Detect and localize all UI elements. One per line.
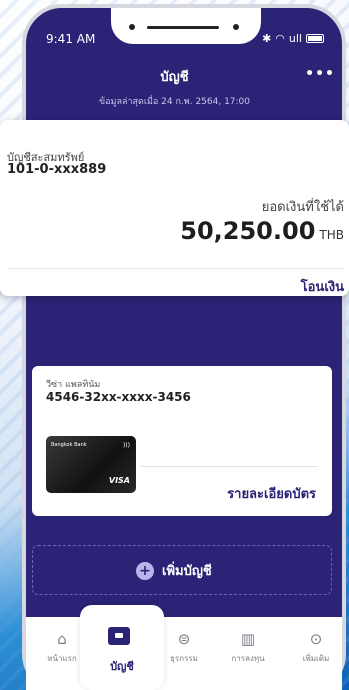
tab-accounts[interactable] xyxy=(80,605,164,690)
card-image: Bangkok Bank ))) VISA xyxy=(46,436,136,493)
status-icons: ✱ ◠ ull xyxy=(262,32,324,45)
divider xyxy=(7,268,344,269)
divider xyxy=(140,466,318,467)
balance-display: 50,250.00 THB xyxy=(180,217,344,245)
chart-icon: ▥ xyxy=(240,630,256,648)
plus-icon: + xyxy=(136,561,154,580)
balance-amount: 50,250.00 xyxy=(180,217,316,245)
visa-logo: VISA xyxy=(108,476,130,485)
account-number: 101-0-xxx889 xyxy=(7,162,107,177)
transfer-button[interactable]: โอนเงิน xyxy=(301,276,344,297)
contactless-icon: ))) xyxy=(122,442,130,449)
battery-icon xyxy=(306,34,324,43)
phone-notch xyxy=(111,8,261,44)
add-account-label: เพิ่มบัญชี xyxy=(162,564,212,579)
tab-investment[interactable]: ▥ การลงทุน xyxy=(222,630,274,665)
balance-currency: THB xyxy=(319,228,344,242)
signal-icon: ull xyxy=(288,32,302,45)
status-time: 9:41 AM xyxy=(46,32,96,46)
more-icon: ⊙ xyxy=(309,630,323,648)
card-details-button[interactable]: รายละเอียดบัตร xyxy=(227,483,316,504)
status-bar: 9:41 AM ✱ ◠ ull xyxy=(26,8,342,58)
tab-accounts-label: บัญชี xyxy=(110,660,134,673)
bank-logo-text: Bangkok Bank xyxy=(51,442,87,448)
wifi-icon: ◠ xyxy=(275,32,285,45)
card-type-label: วีซ่า แพลทินัม xyxy=(46,380,101,390)
last-updated-text: ข้อมูลล่าสุดเมื่อ 24 ก.พ. 2564, 17:00 xyxy=(98,97,251,107)
add-account-content[interactable]: + เพิ่มบัญชี xyxy=(136,560,212,581)
card-number: 4546-32xx-xxxx-3456 xyxy=(46,390,191,404)
page-title: บัญชี xyxy=(160,70,189,85)
transaction-icon: ⊜ xyxy=(177,630,191,648)
tab-more[interactable]: ⊙ เพิ่มเติม xyxy=(290,630,342,665)
more-options-button[interactable]: ••• xyxy=(305,66,335,82)
wallet-icon xyxy=(108,627,130,645)
tab-transactions[interactable]: ⊜ ธุรกรรม xyxy=(158,630,210,665)
available-balance-label: ยอดเงินที่ใช้ได้ xyxy=(261,200,344,215)
bluetooth-icon: ✱ xyxy=(262,32,272,45)
